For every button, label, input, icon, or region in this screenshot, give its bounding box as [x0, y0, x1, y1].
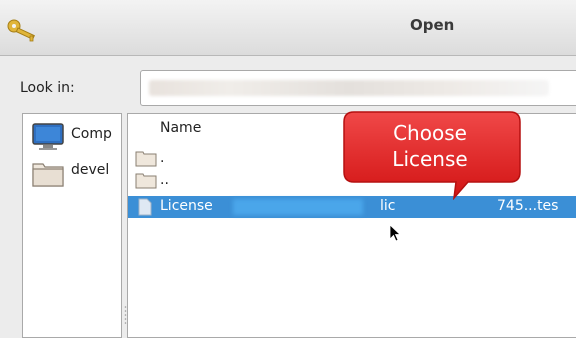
computer-icon — [32, 123, 64, 150]
folder-icon — [32, 163, 64, 187]
look-in-path-value — [149, 80, 549, 96]
document-icon — [138, 198, 152, 216]
mouse-pointer-icon — [389, 224, 402, 242]
places-sidebar: Comp devel — [22, 113, 122, 338]
sidebar-item-label: Comp — [71, 126, 112, 142]
look-in-combo[interactable] — [140, 70, 576, 106]
sidebar-item-label: devel — [71, 162, 110, 178]
folder-icon — [135, 173, 157, 189]
sidebar-item-computer[interactable]: Comp — [29, 120, 121, 154]
callout-line-1: Choose — [393, 121, 467, 145]
column-header-name[interactable]: Name — [160, 120, 201, 136]
keys-icon — [7, 19, 35, 42]
look-in-label: Look in: — [20, 80, 75, 96]
file-name: License — [160, 198, 213, 214]
file-size: 745...tes — [497, 198, 559, 214]
callout-line-2: License — [392, 147, 468, 171]
file-name: .. — [160, 172, 169, 188]
callout-bubble: Choose License — [342, 110, 532, 200]
file-extension: lic — [380, 198, 396, 214]
window-title: Open — [410, 16, 455, 34]
sidebar-item-devel[interactable]: devel — [29, 156, 121, 190]
title-bar: Open — [0, 0, 576, 56]
folder-icon — [135, 151, 157, 167]
file-name: . — [160, 150, 165, 166]
redacted-filename — [233, 199, 363, 215]
